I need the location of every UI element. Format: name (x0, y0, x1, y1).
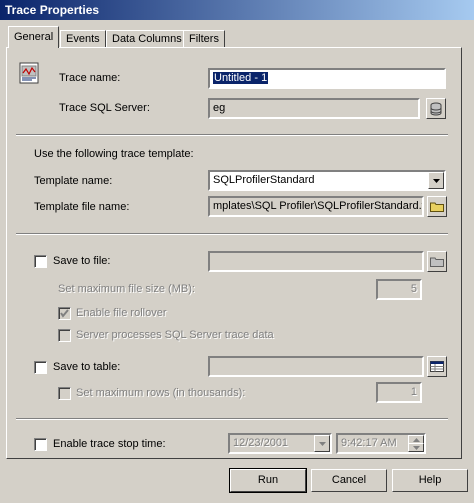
template-file-label: Template file name: (34, 201, 130, 213)
stop-time-label: Enable trace stop time: (53, 438, 166, 450)
stop-date-picker: 12/23/2001 (228, 433, 332, 454)
trace-server-label: Trace SQL Server: (59, 102, 150, 114)
stop-time-checkbox[interactable] (34, 438, 47, 451)
chevron-down-icon[interactable] (428, 172, 444, 189)
max-file-size-label: Set maximum file size (MB): (58, 283, 195, 295)
separator (16, 418, 448, 420)
trace-name-input[interactable]: Untitled - 1 (208, 68, 446, 89)
cancel-button[interactable]: Cancel (311, 469, 387, 492)
save-to-table-label: Save to table: (53, 361, 121, 373)
template-heading: Use the following trace template: (34, 148, 194, 160)
database-icon (430, 102, 442, 115)
folder-icon (430, 202, 444, 212)
save-to-file-checkbox[interactable] (34, 255, 47, 268)
server-processes-checkbox (58, 329, 71, 342)
save-to-file-label: Save to file: (53, 255, 111, 267)
trace-name-label: Trace name: (59, 72, 121, 84)
max-rows-label: Set maximum rows (in thousands): (76, 387, 246, 399)
enable-rollover-checkbox (58, 307, 71, 320)
template-name-select[interactable]: SQLProfilerStandard (208, 170, 446, 191)
table-icon (430, 361, 444, 372)
save-file-browse-button[interactable] (427, 251, 447, 272)
enable-rollover-label: Enable file rollover (76, 307, 167, 319)
checkmark-icon (60, 309, 69, 318)
separator (16, 233, 448, 235)
save-to-table-checkbox[interactable] (34, 361, 47, 374)
save-table-browse-button[interactable] (427, 356, 447, 377)
chevron-down-icon (314, 435, 330, 452)
save-to-file-path (208, 251, 424, 272)
max-file-size-input: 5 (376, 279, 422, 300)
trace-server-field: eg (208, 98, 420, 119)
template-browse-button[interactable] (427, 196, 447, 217)
run-button[interactable]: Run (229, 468, 307, 493)
server-database-button[interactable] (426, 98, 446, 119)
spin-down-icon (408, 443, 424, 452)
stop-time-spinner: 9:42:17 AM (336, 433, 426, 454)
max-rows-input: 1 (376, 382, 422, 403)
template-file-field: mplates\SQL Profiler\SQLProfilerStandard… (208, 196, 424, 217)
help-button[interactable]: Help (392, 469, 468, 492)
template-name-label: Template name: (34, 175, 113, 187)
folder-icon (430, 257, 444, 267)
separator (16, 134, 448, 136)
server-processes-label: Server processes SQL Server trace data (76, 329, 274, 341)
save-to-table-field (208, 356, 424, 377)
max-rows-checkbox (58, 387, 71, 400)
